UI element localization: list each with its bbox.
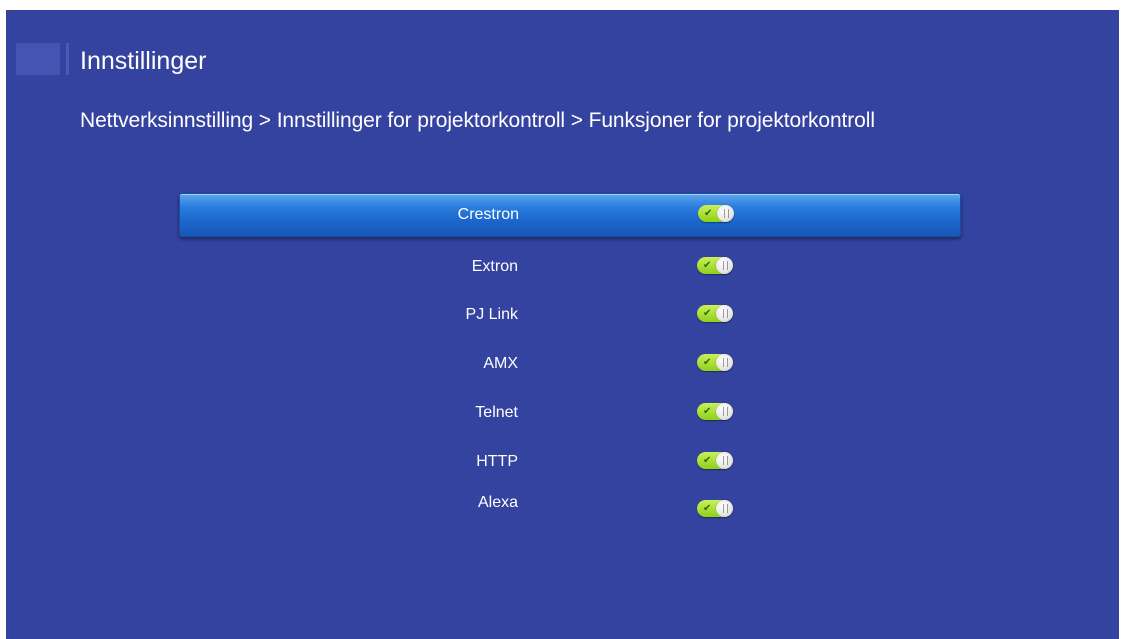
menu-item-pj-link[interactable]: PJ Link ✔ xyxy=(179,294,959,336)
menu-item-crestron[interactable]: Crestron ✔ xyxy=(179,193,961,237)
check-icon: ✔ xyxy=(703,357,712,368)
check-icon: ✔ xyxy=(703,260,712,271)
toggle-knob xyxy=(716,403,733,420)
extron-toggle[interactable]: ✔ xyxy=(697,257,733,274)
control-functions-list: Crestron ✔ Extron ✔ PJ Link ✔ AMX ✔ Teln… xyxy=(6,10,1119,639)
toggle-knob xyxy=(716,305,733,322)
telnet-toggle[interactable]: ✔ xyxy=(697,403,733,420)
menu-item-label: AMX xyxy=(483,355,518,372)
menu-item-alexa[interactable]: Alexa ✔ xyxy=(179,485,959,527)
check-icon: ✔ xyxy=(703,455,712,466)
toggle-knob xyxy=(716,354,733,371)
check-icon: ✔ xyxy=(703,503,712,514)
pj-link-toggle[interactable]: ✔ xyxy=(697,305,733,322)
crestron-toggle[interactable]: ✔ xyxy=(698,205,734,222)
toggle-knob xyxy=(716,500,733,517)
check-icon: ✔ xyxy=(703,406,712,417)
settings-screen: Innstillinger Nettverksinnstilling > Inn… xyxy=(6,10,1119,639)
menu-item-label: PJ Link xyxy=(465,306,518,323)
alexa-toggle[interactable]: ✔ xyxy=(697,500,733,517)
menu-item-label: HTTP xyxy=(476,453,518,470)
menu-item-label: Alexa xyxy=(477,494,518,511)
amx-toggle[interactable]: ✔ xyxy=(697,354,733,371)
menu-item-telnet[interactable]: Telnet ✔ xyxy=(179,392,959,434)
menu-item-label: Telnet xyxy=(475,404,518,421)
toggle-knob xyxy=(716,452,733,469)
menu-item-extron[interactable]: Extron ✔ xyxy=(179,246,959,288)
check-icon: ✔ xyxy=(704,208,713,219)
check-icon: ✔ xyxy=(703,308,712,319)
http-toggle[interactable]: ✔ xyxy=(697,452,733,469)
menu-item-http[interactable]: HTTP ✔ xyxy=(179,441,959,483)
menu-item-label: Crestron xyxy=(457,206,519,223)
menu-item-label: Extron xyxy=(471,258,518,275)
toggle-knob xyxy=(716,257,733,274)
toggle-knob xyxy=(717,205,734,222)
menu-item-amx[interactable]: AMX ✔ xyxy=(179,343,959,385)
